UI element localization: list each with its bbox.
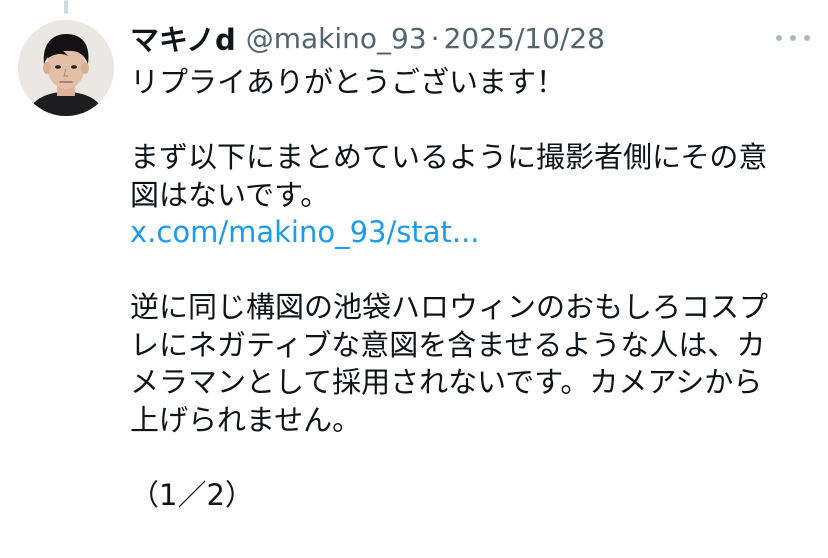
tweet-paragraph-3-line-3: メラマンとして採用されないです。カメアシから	[130, 365, 763, 399]
thread-connector-line	[64, 0, 68, 14]
avatar[interactable]	[18, 20, 114, 116]
more-horizontal-icon-dot	[790, 35, 796, 41]
tweet-paragraph-2-line-2: 図はないです。	[130, 177, 330, 212]
more-horizontal-icon-dot	[804, 35, 810, 41]
tweet-paragraph-3-line-4: 上げられません。	[130, 402, 362, 437]
avatar-photo	[18, 20, 114, 116]
tweet-text: リプライありがとうございます！ まず以下にまとめているように撮影者側にその意 図…	[130, 64, 800, 514]
tweet-paragraph-3-line-1: 逆に同じ構図の池袋ハロウィンのおもしろコスプ	[130, 290, 769, 324]
tweet-link[interactable]: x.com/makino_93/stat...	[130, 215, 480, 249]
more-horizontal-icon	[776, 35, 782, 41]
more-options-button[interactable]	[776, 26, 810, 50]
meta-separator: ·	[430, 21, 440, 55]
display-name[interactable]: マキノd	[130, 17, 236, 59]
tweet-paragraph-3-line-2: レにネガティブな意図を含ませるような人は、カ	[130, 327, 766, 362]
user-handle[interactable]: @makino_93	[246, 22, 427, 55]
tweet-date[interactable]: 2025/10/28	[444, 22, 605, 55]
tweet-header: マキノd @makino_93 · 2025/10/28	[130, 18, 605, 58]
tweet-paragraph-4: （1／2）	[130, 477, 254, 512]
tweet-paragraph-2-line-1: まず以下にまとめているように撮影者側にその意	[130, 140, 768, 174]
tweet-paragraph-1: リプライありがとうございます！	[130, 65, 566, 99]
